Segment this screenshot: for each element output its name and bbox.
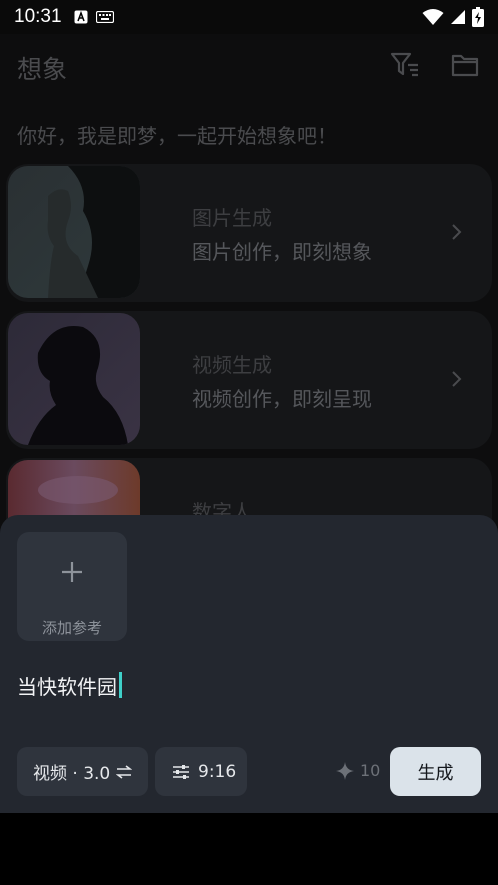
generate-button[interactable]: 生成 (390, 747, 481, 796)
status-bar: 10:31 (0, 0, 498, 34)
create-bottom-sheet: 添加参考 当快软件园 视频 · 3.0 9:16 10 生成 (0, 515, 498, 813)
swap-icon (116, 764, 133, 779)
folder-icon[interactable] (450, 50, 480, 80)
keyboard-icon (95, 11, 114, 23)
card-image-subtitle: 图片创作，即刻想象 (192, 240, 372, 264)
video-generation-thumbnail (8, 313, 140, 445)
card-image-generation[interactable]: 图片生成 图片创作，即刻想象 (6, 164, 492, 302)
add-reference-button[interactable]: 添加参考 (17, 532, 127, 641)
signal-icon (451, 10, 465, 24)
card-video-subtitle: 视频创作，即刻呈现 (192, 387, 372, 411)
a-badge-icon (74, 10, 88, 24)
card-video-generation[interactable]: 视频生成 视频创作，即刻呈现 (6, 311, 492, 449)
top-bar: 想象 (0, 46, 498, 86)
aspect-ratio-chip[interactable]: 9:16 (155, 747, 247, 796)
battery-icon (472, 7, 484, 27)
text-cursor (119, 672, 122, 698)
plus-icon (62, 562, 82, 582)
prompt-input[interactable]: 当快软件园 (17, 670, 122, 700)
credits-indicator: 10 (336, 761, 380, 780)
page-title: 想象 (17, 55, 68, 84)
wifi-icon (422, 9, 444, 25)
aspect-ratio-label: 9:16 (198, 761, 237, 782)
status-time: 10:31 (14, 6, 62, 27)
greeting-text: 你好，我是即梦，一起开始想象吧！ (17, 124, 337, 148)
model-label: 视频 · 3.0 (33, 764, 111, 784)
status-right-icons (422, 7, 484, 27)
credits-count: 10 (360, 761, 381, 780)
chevron-right-icon (452, 224, 462, 240)
card-video-title: 视频生成 (192, 353, 272, 377)
status-left-icons (74, 10, 114, 24)
sparkle-icon (336, 761, 354, 780)
image-generation-thumbnail (8, 166, 140, 298)
add-reference-label: 添加参考 (41, 619, 102, 637)
prompt-text: 当快软件园 (17, 674, 117, 699)
system-nav-area (0, 813, 498, 885)
filter-icon[interactable] (390, 50, 420, 80)
sliders-icon (173, 764, 189, 779)
model-selector-chip[interactable]: 视频 · 3.0 (17, 747, 148, 796)
chevron-right-icon (452, 371, 462, 387)
card-image-title: 图片生成 (192, 206, 272, 230)
